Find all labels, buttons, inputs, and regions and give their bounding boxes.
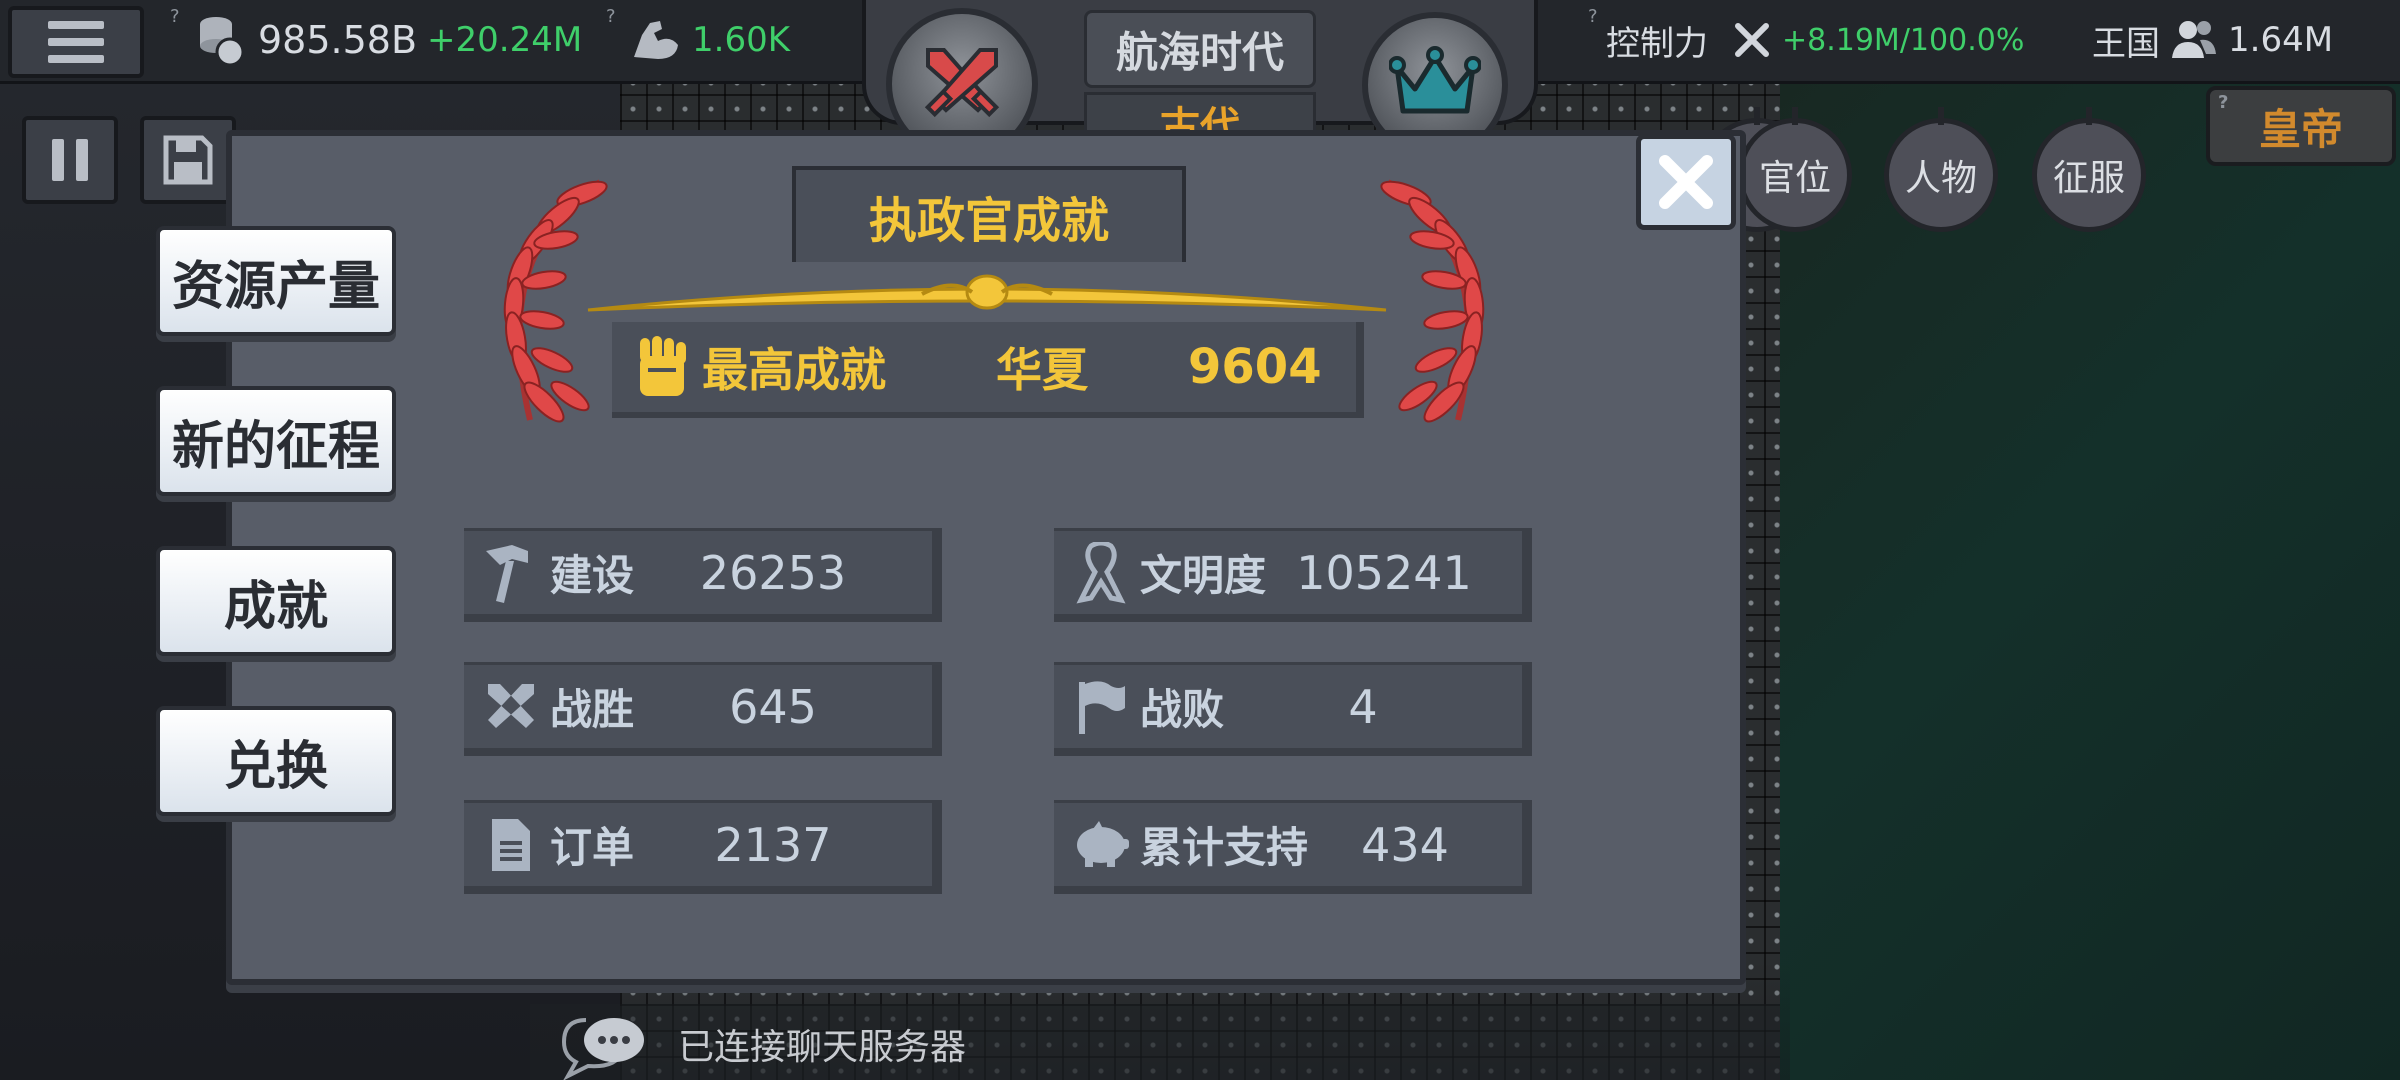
stat-value: 645 [729, 679, 817, 734]
chat-status: 已连接聊天服务器 [678, 1027, 967, 1068]
tab-achievements[interactable]: 成就 [156, 546, 396, 656]
flex-arm-icon [634, 21, 678, 59]
conquer-button[interactable]: 征服 [2032, 107, 2146, 232]
crossed-swords-icon [1735, 23, 1769, 57]
gold-delta: +20.24M [427, 20, 583, 60]
emperor-label: 皇帝 [2258, 104, 2343, 154]
stat-value: 4 [1348, 679, 1378, 734]
pause-icon [52, 139, 64, 181]
people-button[interactable]: 人物 [1884, 107, 1998, 232]
gold-resource: ? 985.58B +20.24M [170, 6, 583, 72]
tab-new-journey[interactable]: 新的征程 [156, 386, 396, 496]
help-mark: ? [1588, 6, 1598, 27]
stat-label: 累计支持 [1140, 823, 1309, 872]
stat-label: 订单 [550, 823, 635, 872]
position-label: 官位 [1758, 158, 1831, 199]
stat-label: 文明度 [1140, 551, 1267, 600]
stat-support: 累计支持 434 [1054, 800, 1532, 894]
fist-icon [640, 336, 686, 396]
save-button[interactable] [140, 116, 236, 204]
best-value: 9604 [1188, 339, 1322, 395]
people-label: 人物 [1904, 158, 1977, 199]
stat-label: 战胜 [550, 685, 635, 734]
emperor-button[interactable]: ? 皇帝 [2206, 86, 2396, 166]
stat-civilization: 文明度 105241 [1054, 528, 1532, 622]
stat-label: 建设 [550, 551, 635, 600]
crown-icon [1389, 46, 1481, 114]
flag-icon [1079, 680, 1125, 734]
stat-value: 2137 [714, 817, 832, 872]
crossed-swords-icon [488, 683, 534, 728]
close-button[interactable] [1636, 134, 1736, 230]
gold-value: 985.58B [258, 18, 418, 62]
help-mark: ? [606, 6, 616, 27]
control-label: 控制力 [1606, 23, 1708, 64]
help-mark: ? [170, 6, 180, 27]
pause-button[interactable] [22, 116, 118, 204]
control-percent: /100.0% [1899, 22, 2025, 58]
ribbon-icon [1076, 541, 1126, 603]
era-title: 航海时代 [1084, 10, 1316, 88]
chat-bubble-icon[interactable] [556, 1012, 648, 1080]
best-achievement: 最高成就 华夏 9604 [612, 322, 1364, 418]
stat-label: 战败 [1140, 685, 1225, 734]
control-resource: ? 控制力 +8.19M/100.0% [1588, 6, 2025, 72]
era-subtitle: 古代 [1084, 92, 1316, 132]
hammer-icon [486, 544, 528, 603]
close-icon [1659, 155, 1713, 209]
position-button[interactable]: 官位 [1738, 107, 1852, 232]
control-delta: +8.19M [1782, 22, 1900, 58]
people-icon [2172, 21, 2216, 58]
coins-icon [200, 17, 245, 67]
kingdom-label: 王国 [2092, 23, 2160, 64]
stat-value: 105241 [1296, 545, 1472, 600]
tab-exchange[interactable]: 兑换 [156, 706, 396, 816]
stat-value: 434 [1361, 817, 1449, 872]
crossed-swords-icon [924, 48, 1000, 118]
stat-construction: 建设 26253 [464, 528, 942, 622]
floppy-disk-icon [163, 135, 213, 185]
stat-orders: 订单 2137 [464, 800, 942, 894]
best-label: 最高成就 [702, 343, 886, 397]
population-value: 1.64M [2228, 20, 2334, 60]
best-civilization: 华夏 [996, 343, 1088, 397]
gold-ornament-bar [587, 274, 1387, 312]
kingdom-resource: 王国 1.64M [2092, 8, 2333, 72]
achievement-title: 执政官成就 [792, 166, 1186, 262]
stat-victories: 战胜 645 [464, 662, 942, 756]
conquer-label: 征服 [2052, 158, 2125, 199]
menu-button[interactable] [8, 6, 144, 78]
stat-defeats: 战败 4 [1054, 662, 1532, 756]
strength-value: 1.60K [692, 20, 790, 60]
help-mark: ? [2218, 92, 2229, 113]
strength-resource: ? 1.60K [606, 6, 790, 72]
piggy-bank-icon [1077, 820, 1129, 867]
tab-resources[interactable]: 资源产量 [156, 226, 396, 336]
stat-value: 26253 [699, 545, 847, 600]
document-icon [492, 818, 530, 871]
